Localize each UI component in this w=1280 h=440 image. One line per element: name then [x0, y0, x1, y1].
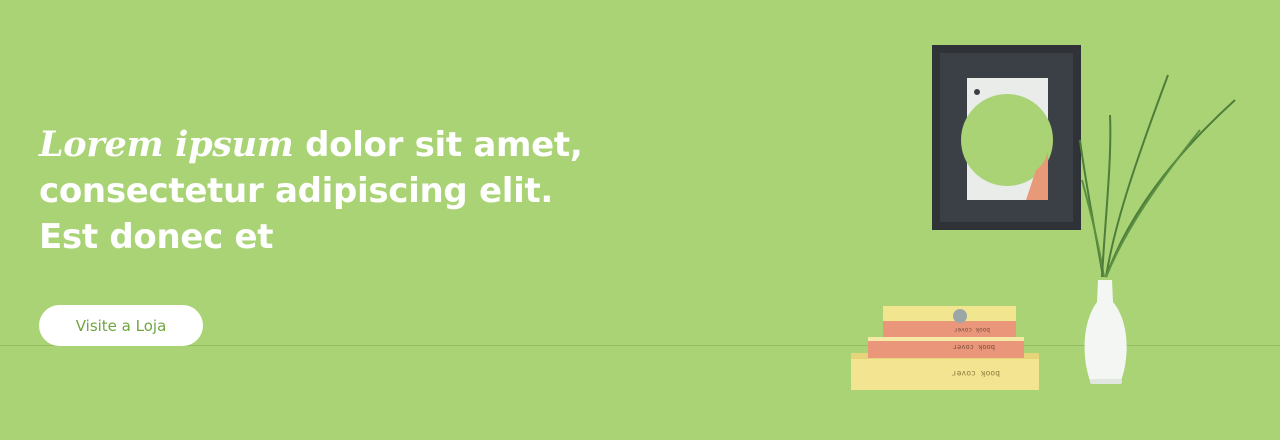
- hero-banner: Lorem ipsum dolor sit amet, consectetur …: [0, 0, 1280, 440]
- book-top-text: book cover: [953, 326, 990, 333]
- visit-store-button[interactable]: Visite a Loja: [39, 305, 203, 346]
- plant-vase-image: [1079, 74, 1236, 384]
- book-middle-text: book cover: [953, 343, 995, 351]
- hero-headline: Lorem ipsum dolor sit amet, consectetur …: [39, 122, 599, 260]
- headline-script-text: Lorem ipsum: [39, 124, 294, 165]
- book-stack-image: book cover book cover book cover: [851, 306, 1039, 390]
- decor-illustration: book cover book cover book cover: [851, 45, 1236, 390]
- book-bottom-text: book cover: [952, 369, 1000, 378]
- picture-frame-image: [932, 45, 1081, 230]
